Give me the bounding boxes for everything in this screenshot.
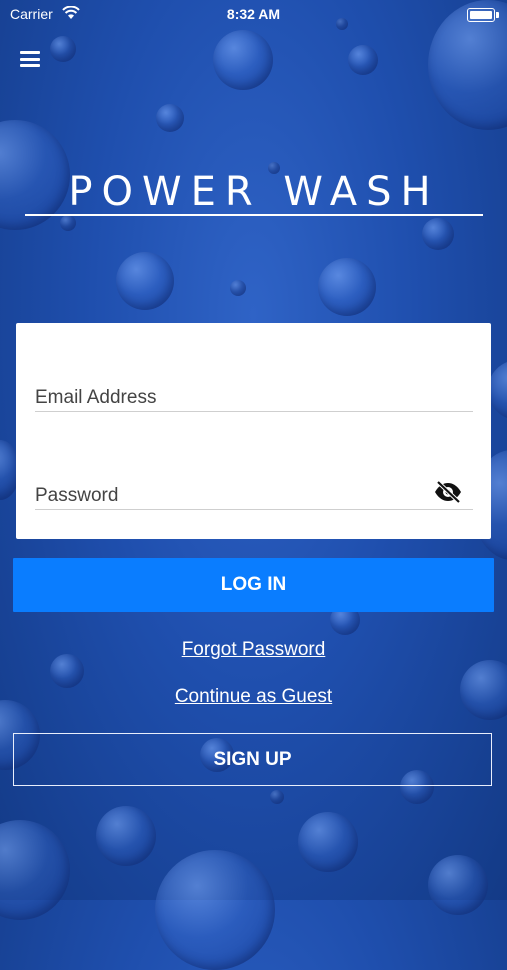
password-input[interactable] — [35, 479, 477, 511]
password-field[interactable]: Password — [35, 479, 477, 511]
login-form-card: Email Address Password — [16, 323, 491, 539]
status-time: 8:32 AM — [226, 6, 281, 22]
signup-button[interactable]: SIGN UP — [13, 733, 492, 786]
email-input[interactable] — [35, 381, 477, 413]
status-bar: Carrier 8:32 AM — [0, 0, 507, 28]
continue-as-guest-link[interactable]: Continue as Guest — [0, 686, 507, 708]
login-button[interactable]: LOG IN — [13, 558, 494, 612]
eye-slash-icon[interactable] — [433, 481, 463, 503]
logo-text: POWER WASH — [68, 169, 440, 215]
forgot-password-link[interactable]: Forgot Password — [0, 639, 507, 661]
hamburger-menu-icon[interactable] — [20, 51, 40, 67]
battery-icon — [467, 8, 499, 22]
app-logo: POWER WASH — [25, 172, 483, 216]
email-field[interactable]: Email Address — [35, 381, 477, 413]
